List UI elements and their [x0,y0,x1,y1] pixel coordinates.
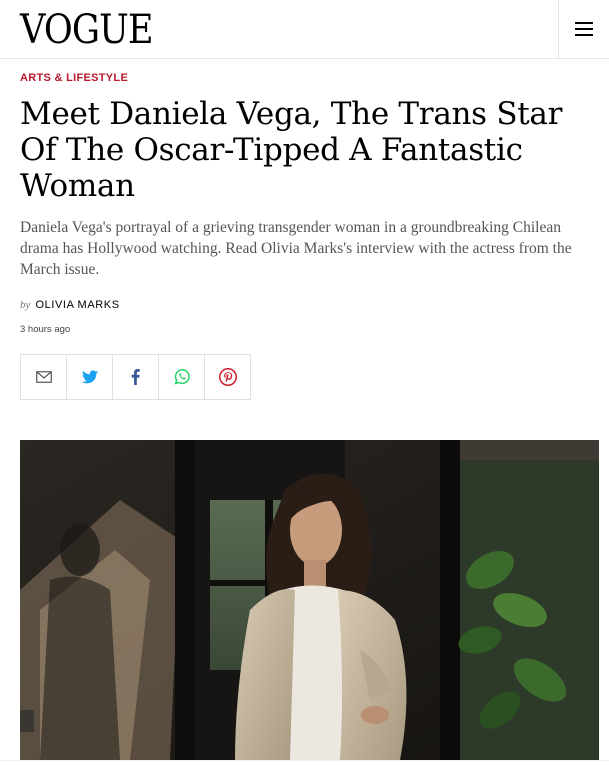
pinterest-icon [218,368,237,386]
share-twitter-button[interactable] [67,355,113,399]
whatsapp-icon [174,369,190,385]
share-bar [20,354,251,400]
share-email-button[interactable] [21,355,67,399]
hero-photo [20,440,599,760]
page-bottom-edge [0,760,609,774]
facebook-icon [131,369,140,385]
site-header: VOGUE [0,0,609,59]
byline-prefix: by [20,299,31,311]
byline: by OLIVIA MARKS [20,299,120,311]
article-headline: Meet Daniela Vega, The Trans Star Of The… [20,96,563,204]
share-pinterest-button[interactable] [205,355,250,399]
category-link[interactable]: ARTS & LIFESTYLE [20,72,128,84]
article-dek: Daniela Vega's portrayal of a grieving t… [20,219,572,278]
hamburger-menu-icon [575,22,593,36]
share-facebook-button[interactable] [113,355,159,399]
menu-button[interactable] [558,0,609,58]
email-icon [35,371,52,383]
author-link[interactable]: OLIVIA MARKS [35,299,119,311]
share-whatsapp-button[interactable] [159,355,205,399]
publish-time: 3 hours ago [20,324,71,335]
hero-image [20,440,599,760]
vogue-logo[interactable]: VOGUE [20,8,154,52]
twitter-icon [81,370,98,384]
